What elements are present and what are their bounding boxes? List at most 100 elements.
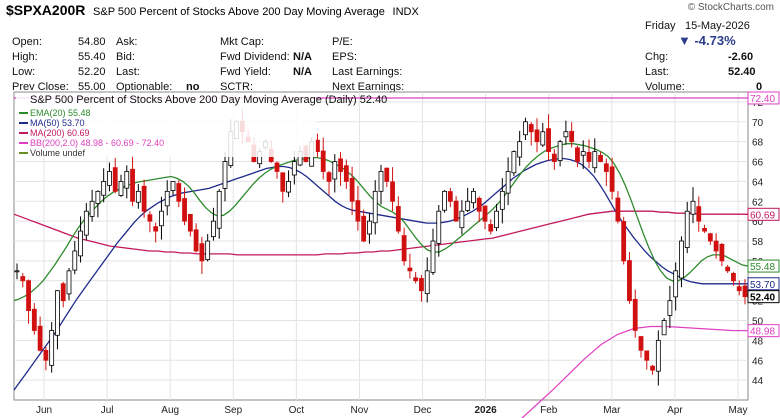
candle-body (60, 283, 66, 302)
candle-body (511, 151, 517, 174)
candle-body (349, 177, 355, 202)
x-tick-label: May (729, 405, 748, 416)
candle-body (459, 210, 465, 229)
candle-body (569, 130, 575, 143)
candle-body (43, 349, 49, 361)
candle-body (326, 172, 332, 182)
x-axis: Jun Jul Aug Sep Oct Nov Dec 2026 Feb Mar Apr May (36, 405, 748, 416)
candle-body (107, 171, 112, 186)
y-tick-label: 62 (752, 197, 764, 208)
candle-body (124, 171, 130, 189)
candle-body (609, 166, 615, 192)
candle-body (343, 165, 349, 182)
candle-body (274, 162, 280, 172)
legend-entry: MA(50) 53.70 (30, 118, 85, 128)
candle-body (482, 205, 488, 222)
x-tick-label: Apr (667, 405, 683, 416)
candle-body (499, 190, 505, 210)
candle-body (26, 280, 31, 311)
candle-body (355, 200, 361, 222)
candle-body (430, 240, 436, 273)
legend-entry: EMA(20) 55.48 (30, 108, 91, 118)
candle-body (476, 197, 482, 212)
candle-body (37, 325, 43, 351)
price-tag-label: 72.40 (750, 94, 775, 105)
candle-body (627, 260, 632, 302)
candle-body (101, 181, 107, 196)
y-tick-label: 48 (752, 336, 764, 347)
candle-body (621, 221, 627, 262)
candle-body (505, 171, 511, 194)
candle-body (118, 181, 124, 196)
candle-body (211, 220, 216, 238)
candle-body (655, 339, 661, 372)
x-tick-label: Jul (101, 405, 114, 416)
candle-body (488, 224, 494, 232)
candle-body (615, 197, 621, 222)
price-chart[interactable]: Jun Jul Aug Sep Oct Nov Dec 2026 Feb Mar Apr May 44… (0, 0, 780, 418)
candle-body (361, 215, 367, 242)
candle-body (378, 171, 384, 192)
candle-body (141, 185, 147, 212)
candle-body (222, 161, 228, 189)
y-tick-label: 58 (752, 237, 764, 248)
candle-body (528, 124, 534, 133)
candle-body (580, 151, 586, 156)
candle-body (390, 181, 395, 202)
candle-body (164, 190, 170, 207)
chart-frame: $SPXA200R S&P 500 Percent of Stocks Abov… (0, 0, 780, 418)
candle-body (193, 229, 199, 252)
candle-body (112, 167, 118, 192)
candle-body (603, 163, 609, 172)
candle-body (49, 330, 55, 366)
x-tick-label: Nov (351, 405, 369, 416)
chart-title: S&P 500 Percent of Stocks Above 200 Day … (30, 94, 387, 106)
candle-body (719, 243, 725, 262)
y-tick-label: 46 (752, 356, 764, 367)
candle-body (540, 131, 546, 146)
y-tick-label: 70 (752, 118, 764, 129)
candle-body (135, 190, 141, 203)
candle-body (465, 200, 471, 211)
candle-body (401, 235, 407, 262)
candle-body (315, 139, 320, 153)
candle-body (673, 270, 679, 298)
y-axis: 444648505254565860626466687072 (752, 98, 764, 387)
price-tag-label: 60.69 (750, 210, 775, 221)
candle-body (650, 365, 655, 371)
candle-body (95, 190, 101, 204)
candle-body (707, 233, 713, 242)
price-tag-label: 52.40 (750, 293, 775, 304)
candle-body (367, 220, 372, 235)
candle-body (407, 267, 413, 272)
price-tag-label: 55.48 (750, 262, 775, 273)
candle-body (182, 198, 187, 222)
candle-body (332, 161, 338, 180)
legend-entry: Volume undef (30, 148, 86, 158)
price-tag-label: 48.98 (750, 327, 775, 338)
candle-body (130, 168, 135, 202)
candle-body (55, 290, 60, 336)
candle-body (291, 161, 297, 176)
candle-body (187, 213, 193, 232)
candle-body (713, 240, 719, 252)
candle-body (534, 129, 540, 143)
candle-body (280, 172, 286, 192)
candle-body (696, 206, 702, 222)
candle-body (742, 285, 748, 298)
x-tick-label: Feb (540, 405, 558, 416)
candle-body (159, 210, 164, 227)
candle-body (78, 230, 83, 257)
x-tick-label: Oct (289, 405, 305, 416)
candle-body (684, 210, 690, 248)
candle-body (731, 272, 736, 282)
candle-body (661, 320, 667, 336)
candle-body (170, 181, 176, 191)
candle-body (413, 277, 419, 282)
candle-body (320, 150, 326, 172)
candle-body (598, 154, 603, 162)
candle-body (517, 141, 523, 158)
candle-body (286, 181, 291, 193)
y-tick-label: 68 (752, 138, 764, 149)
candle-body (453, 200, 459, 222)
